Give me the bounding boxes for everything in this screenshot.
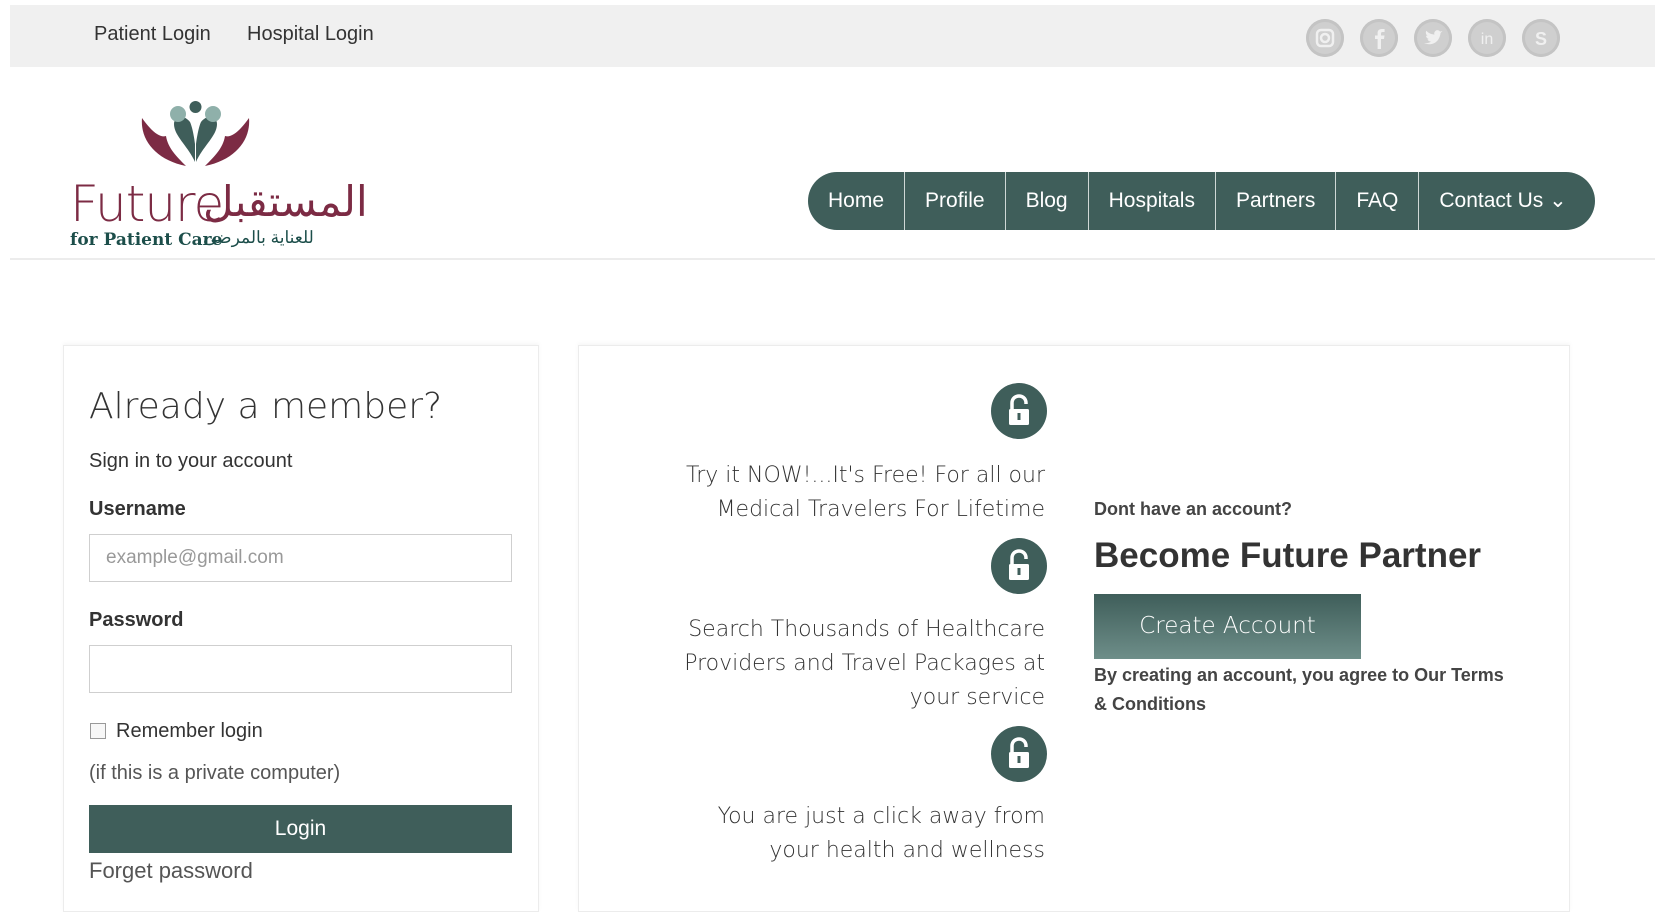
instagram-icon[interactable]: [1306, 19, 1344, 57]
username-label: Username: [89, 498, 186, 520]
feature-free: Try it NOW!...It's Free! For all our Med…: [686, 459, 1045, 527]
username-input[interactable]: [89, 534, 512, 582]
logo-hands-icon: [141, 101, 250, 166]
password-input[interactable]: [89, 645, 512, 693]
private-computer-note: (if this is a private computer): [89, 762, 341, 784]
become-partner-heading: Become Future Partner: [1094, 536, 1482, 575]
nav-blog[interactable]: Blog: [1006, 172, 1089, 230]
logo-name-en: Future: [70, 175, 224, 233]
feature-free-line1: Try it NOW!...It's Free! For all our: [686, 463, 1045, 488]
linkedin-icon[interactable]: in: [1468, 19, 1506, 57]
feature-search-line2: Providers and Travel Packages at: [684, 651, 1045, 676]
nav-contact-us[interactable]: Contact Us ⌄: [1419, 172, 1594, 230]
terms-text[interactable]: By creating an account, you agree to Our…: [1094, 661, 1514, 719]
unlock-icon: [991, 383, 1047, 439]
hospital-login-link[interactable]: Hospital Login: [247, 23, 374, 46]
signup-panel: Try it NOW!...It's Free! For all our Med…: [578, 345, 1570, 912]
unlock-icon: [991, 726, 1047, 782]
forget-password-link[interactable]: Forget password: [89, 858, 253, 884]
unlock-icon: [991, 538, 1047, 594]
feature-search-line3: your service: [909, 685, 1045, 710]
password-label: Password: [89, 609, 184, 631]
remember-checkbox[interactable]: [90, 723, 106, 739]
no-account-text: Dont have an account?: [1094, 499, 1293, 519]
login-title: Already a member?: [89, 386, 443, 427]
facebook-icon[interactable]: [1360, 19, 1398, 57]
main-nav: Home Profile Blog Hospitals Partners FAQ…: [808, 172, 1595, 230]
login-button[interactable]: Login: [89, 805, 512, 853]
logo-name-ar: المستقبل: [203, 177, 368, 226]
remember-label[interactable]: Remember login: [116, 720, 263, 743]
site-logo[interactable]: Future المستقبل for Patient Care للعناية…: [68, 95, 368, 255]
feature-search-line1: Search Thousands of Healthcare: [688, 617, 1045, 642]
logo-tagline-ar: للعناية بالمرضى: [203, 228, 314, 247]
feature-click-line1: You are just a click away from: [717, 804, 1045, 829]
nav-faq[interactable]: FAQ: [1336, 172, 1420, 230]
nav-home[interactable]: Home: [808, 172, 906, 230]
feature-click: You are just a click away from your heal…: [718, 800, 1045, 868]
header-divider: [10, 258, 1655, 260]
svg-text:S: S: [1535, 29, 1547, 49]
twitter-icon[interactable]: [1414, 19, 1452, 57]
patient-login-link[interactable]: Patient Login: [94, 23, 211, 46]
nav-profile[interactable]: Profile: [905, 172, 1006, 230]
skype-icon[interactable]: S: [1522, 19, 1560, 57]
top-bar: Patient Login Hospital Login in S: [10, 5, 1655, 67]
login-subtitle: Sign in to your account: [89, 450, 293, 472]
nav-partners[interactable]: Partners: [1216, 172, 1337, 230]
login-panel: Already a member? Sign in to your accoun…: [63, 345, 539, 912]
create-account-button[interactable]: Create Account: [1094, 594, 1361, 659]
feature-search: Search Thousands of Healthcare Providers…: [684, 613, 1045, 715]
nav-hospitals[interactable]: Hospitals: [1089, 172, 1216, 230]
feature-click-line2: your health and wellness: [769, 838, 1045, 863]
logo-tagline-en: for Patient Care: [70, 230, 223, 250]
svg-text:in: in: [1481, 31, 1493, 48]
feature-free-line2: Medical Travelers For Lifetime: [716, 497, 1045, 522]
